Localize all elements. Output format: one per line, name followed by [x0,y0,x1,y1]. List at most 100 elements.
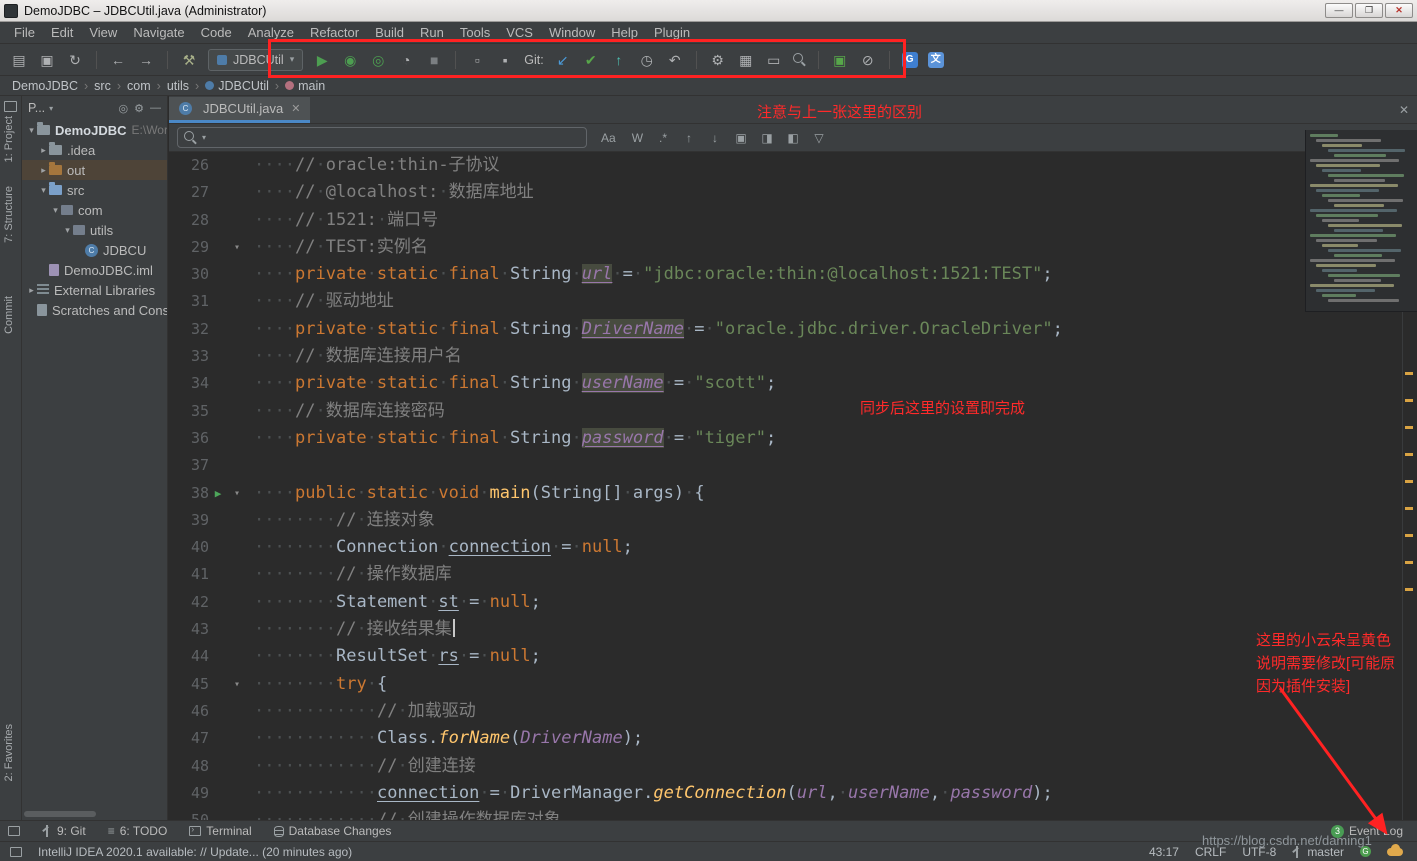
code-line[interactable]: 39 ········//·连接对象 [169,507,1417,534]
menu-view[interactable]: View [81,25,125,40]
code-line[interactable]: 37 [169,452,1417,479]
code-text[interactable]: ········Connection·connection·=·null; [247,534,633,561]
menu-help[interactable]: Help [603,25,646,40]
code-text[interactable]: ····public·static·void·main(String[]·arg… [247,480,705,507]
code-line[interactable]: 35 ····//·数据库连接密码 [169,398,1417,425]
fold-icon[interactable]: ▾ [227,671,247,698]
line-number[interactable]: 30 [169,261,209,288]
tree-item-demojdbciml[interactable]: DemoJDBC.iml [22,260,167,280]
tree-arrow-icon[interactable]: ▾ [50,205,61,216]
status-window-icon[interactable] [10,846,22,857]
line-number[interactable]: 32 [169,316,209,343]
translate-icon-2[interactable]: 文 [927,51,944,68]
close-find-icon[interactable]: ✕ [1399,103,1409,117]
tree-item-utils[interactable]: ▾ utils [22,220,167,240]
code-line[interactable]: 33 ····//·数据库连接用户名 [169,343,1417,370]
menu-navigate[interactable]: Navigate [125,25,192,40]
tree-item-scratchesandcons[interactable]: Scratches and Cons [22,300,167,320]
code-text[interactable]: ····private·static·final·String·userName… [247,370,776,397]
locate-file-icon[interactable]: ◎ [119,102,129,115]
code-text[interactable]: ········ResultSet·rs·=·null; [247,643,541,670]
search-toggle-[interactable]: .* [655,130,671,146]
menu-refactor[interactable]: Refactor [302,25,367,40]
stripe-structure[interactable]: 7: Structure [3,186,15,243]
line-number[interactable]: 36 [169,425,209,452]
warning-stripe-mark[interactable] [1405,399,1413,402]
menu-run[interactable]: Run [412,25,452,40]
code-area[interactable]: 26 ····//·oracle:thin-子协议 27 ····//·@localh… [169,152,1417,820]
menu-tools[interactable]: Tools [452,25,498,40]
code-text[interactable]: ····//·数据库连接用户名 [247,343,462,370]
search-toggle-w[interactable]: W [628,130,647,146]
tree-arrow-icon[interactable]: ▾ [38,185,49,196]
code-line[interactable]: 34 ····private·static·final·String·userNa… [169,370,1417,397]
code-text[interactable]: ············//·加载驱动 [247,698,476,725]
line-number[interactable]: 28 [169,207,209,234]
code-line[interactable]: 43 ········//·接收结果集 [169,616,1417,643]
warning-stripe-mark[interactable] [1405,480,1413,483]
line-number[interactable]: 35 [169,398,209,425]
filter-icon[interactable]: ▽ [811,131,827,145]
code-line[interactable]: 48 ············//·创建连接 [169,753,1417,780]
search-history-icon[interactable]: ▾ [202,133,206,142]
project-view-selector[interactable]: P... [28,101,45,115]
line-number[interactable]: 33 [169,343,209,370]
tree-arrow-icon[interactable]: ▾ [62,225,73,236]
breadcrumb-src[interactable]: src [92,79,113,93]
close-icon[interactable]: ✕ [291,102,300,115]
tree-arrow-icon[interactable]: ▸ [38,165,49,176]
tree-item-out[interactable]: ▸ out [22,160,167,180]
line-number[interactable]: 27 [169,179,209,206]
project-stripe-icon[interactable] [4,101,17,112]
code-text[interactable]: ········//·连接对象 [247,507,435,534]
fold-icon[interactable]: ▾ [227,234,247,261]
line-number[interactable]: 50 [169,807,209,820]
code-line[interactable]: 50 ············//·创建操作数据库对象 [169,807,1417,820]
open-icon[interactable]: ▤ [10,52,28,68]
line-number[interactable]: 47 [169,725,209,752]
code-line[interactable]: 32 ····private·static·final·String·Driver… [169,316,1417,343]
hide-panel-icon[interactable]: — [150,102,161,115]
line-number[interactable]: 41 [169,561,209,588]
code-line[interactable]: 38 ▶ ▾ ····public·static·void·main(String[]… [169,480,1417,507]
status-message[interactable]: IntelliJ IDEA 2020.1 available: // Updat… [38,845,352,859]
tree-item-jdbcu[interactable]: C JDBCU [22,240,167,260]
code-text[interactable]: ············connection·=·DriverManager.g… [247,780,1053,807]
build-icon[interactable]: ⚒ [180,52,198,68]
menu-build[interactable]: Build [367,25,412,40]
tree-item-src[interactable]: ▾ src [22,180,167,200]
warning-stripe-mark[interactable] [1405,453,1413,456]
settings-sync-cloud-icon[interactable] [1387,843,1403,856]
code-line[interactable]: 30 ····private·static·final·String·url·=·… [169,261,1417,288]
line-number[interactable]: 43 [169,616,209,643]
code-text[interactable]: ········//·接收结果集 [247,616,455,643]
code-text[interactable]: ····//·1521:·端口号 [247,207,438,234]
maximize-button[interactable]: ❐ [1355,3,1383,18]
breadcrumb-com[interactable]: com [125,79,153,93]
fold-icon[interactable]: ▾ [227,480,247,507]
search-toggle-aa[interactable]: Aa [597,130,620,146]
back-icon[interactable]: ← [109,52,127,68]
breadcrumb-demojdbc[interactable]: DemoJDBC [10,79,80,93]
line-number[interactable]: 26 [169,152,209,179]
stripe-favorites[interactable]: 2: Favorites [3,724,15,781]
code-line[interactable]: 45 ▾ ········try·{ [169,671,1417,698]
tree-item-com[interactable]: ▾ com [22,200,167,220]
caret-position[interactable]: 43:17 [1149,845,1179,859]
line-number[interactable]: 31 [169,288,209,315]
breadcrumb-main[interactable]: main [283,79,327,93]
code-line[interactable]: 46 ············//·加载驱动 [169,698,1417,725]
line-number[interactable]: 42 [169,589,209,616]
line-number[interactable]: 46 [169,698,209,725]
tree-arrow-icon[interactable]: ▸ [26,285,37,296]
toolwindow-terminal[interactable]: Terminal [189,824,252,838]
save-icon[interactable]: ▣ [38,52,56,68]
minimap[interactable] [1305,130,1417,312]
code-text[interactable] [247,452,254,479]
code-text[interactable]: ····//·oracle:thin-子协议 [247,152,500,179]
tree-arrow-icon[interactable]: ▾ [26,125,37,136]
line-number[interactable]: 40 [169,534,209,561]
tree-item-idea[interactable]: ▸ .idea [22,140,167,160]
code-line[interactable]: 49 ············connection·=·DriverManager… [169,780,1417,807]
line-number[interactable]: 38 [169,480,209,507]
